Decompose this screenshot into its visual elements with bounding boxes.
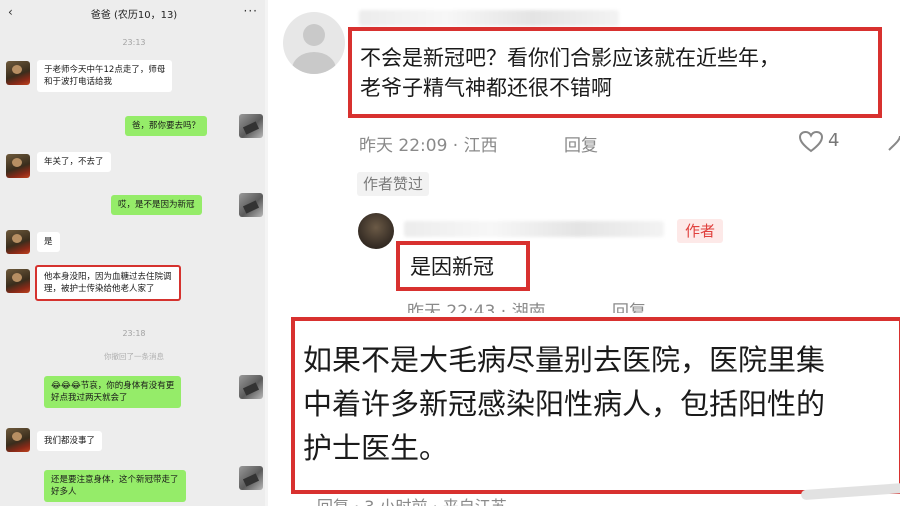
comment-time-location: 昨天 22:43 · 湖南 [407, 302, 546, 313]
chat-bubble-outgoing: 哎，是不是因为新冠 [111, 195, 202, 215]
message-line: 还是要注意身体，这个新冠带走了 [51, 475, 179, 485]
message-line: 好点我过两天就会了 [51, 393, 128, 403]
chat-header: ‹ 爸爸 (农历10，13) ··· [0, 0, 265, 26]
comment-text: 是因新冠 [410, 255, 494, 279]
like-heart-icon[interactable] [798, 130, 824, 154]
comment-meta-partial: 回复 · 3 小时前 · 来自江苏 [317, 496, 507, 506]
avatar-dad[interactable] [6, 230, 30, 254]
recall-notice: 你撤回了一条消息 [104, 352, 164, 361]
comment-line: 老爷子精气神都还很不错啊 [360, 76, 612, 100]
reply-button[interactable]: 回复 [564, 131, 598, 156]
message-line: 和于波打电话给我 [44, 77, 113, 87]
comment-line: 如果不是大毛病尽量别去医院，医院里集 [303, 343, 826, 377]
avatar-dad[interactable] [6, 154, 30, 178]
avatar-me[interactable] [239, 193, 263, 217]
author-avatar[interactable] [358, 213, 394, 249]
back-icon[interactable]: ‹ [8, 5, 13, 19]
dislike-icon[interactable] [887, 130, 900, 154]
timestamp: 23:18 [122, 329, 146, 338]
comment-time-location: 昨天 22:09 · 江西 [359, 136, 498, 156]
chat-bubble-incoming: 我们都没事了 [37, 431, 103, 451]
avatar-dad[interactable] [6, 269, 30, 293]
comment-line: 中着许多新冠感染阳性病人，包括阳性的 [303, 387, 826, 421]
avatar-dad[interactable] [6, 428, 30, 452]
chat-bubble-outgoing: 还是要注意身体，这个新冠带走了 好多人 [44, 470, 186, 502]
message-line: 爸，那你要去吗？ [132, 121, 201, 131]
comment-text: 不会是新冠吧？看你们合影应该就在近些年， 老爷子精气神都还很不错啊 [360, 43, 780, 103]
message-line: 年关了，不去了 [44, 157, 104, 167]
message-line: 我们都没事了 [44, 436, 96, 446]
message-line: 哎，是不是因为新冠 [118, 200, 195, 210]
reply-button[interactable]: 回复 [612, 297, 646, 313]
message-line: 他本身没阳，因为血糖过去住院调 [44, 272, 172, 282]
message-line: 是 [44, 237, 53, 247]
message-line: 于老师今天中午12点走了，师母 [44, 65, 166, 75]
chat-bubble-incoming-highlighted: 他本身没阳，因为血糖过去住院调 理，被护士传染给他老人家了 [35, 265, 181, 301]
timestamp: 23:13 [122, 38, 146, 47]
chat-bubble-outgoing: 爸，那你要去吗？ [125, 116, 208, 136]
comment-line: 不会是新冠吧？看你们合影应该就在近些年， [360, 46, 780, 70]
blurred-username [404, 221, 664, 237]
avatar-dad[interactable] [6, 61, 30, 85]
author-badge: 作者 [677, 219, 724, 243]
comments-panel: 不会是新冠吧？看你们合影应该就在近些年， 老爷子精气神都还很不错啊 昨天 22:… [271, 0, 900, 506]
more-options-icon[interactable]: ··· [244, 4, 258, 18]
like-count: 4 [828, 130, 840, 151]
avatar-me[interactable] [239, 466, 263, 490]
blurred-username [359, 10, 619, 26]
avatar-me[interactable] [239, 375, 263, 399]
message-line: 理，被护士传染给他老人家了 [44, 284, 155, 294]
chat-bubble-incoming: 于老师今天中午12点走了，师母 和于波打电话给我 [37, 60, 173, 92]
chat-bubble-incoming: 年关了，不去了 [37, 152, 111, 172]
message-line: 好多人 [51, 487, 77, 497]
chat-title: 爸爸 (农历10，13) [90, 9, 178, 21]
avatar-me[interactable] [239, 114, 263, 138]
chat-bubble-outgoing: 😂😂😂节哀，你的身体有没有更 好点我过两天就会了 [44, 376, 182, 408]
comment-text: 如果不是大毛病尽量别去医院，医院里集 中着许多新冠感染阳性病人，包括阳性的 护士… [303, 338, 825, 470]
message-line: 😂😂😂节哀，你的身体有没有更 [51, 381, 175, 391]
comment-line: 护士医生。 [303, 431, 449, 465]
wechat-chat-panel: ‹ 爸爸 (农历10，13) ··· 23:13 于老师今天中午12点走了，师母… [0, 0, 268, 506]
chat-bubble-incoming: 是 [37, 232, 60, 252]
author-liked-tag: 作者赞过 [357, 172, 430, 196]
commenter-avatar[interactable] [283, 12, 345, 74]
